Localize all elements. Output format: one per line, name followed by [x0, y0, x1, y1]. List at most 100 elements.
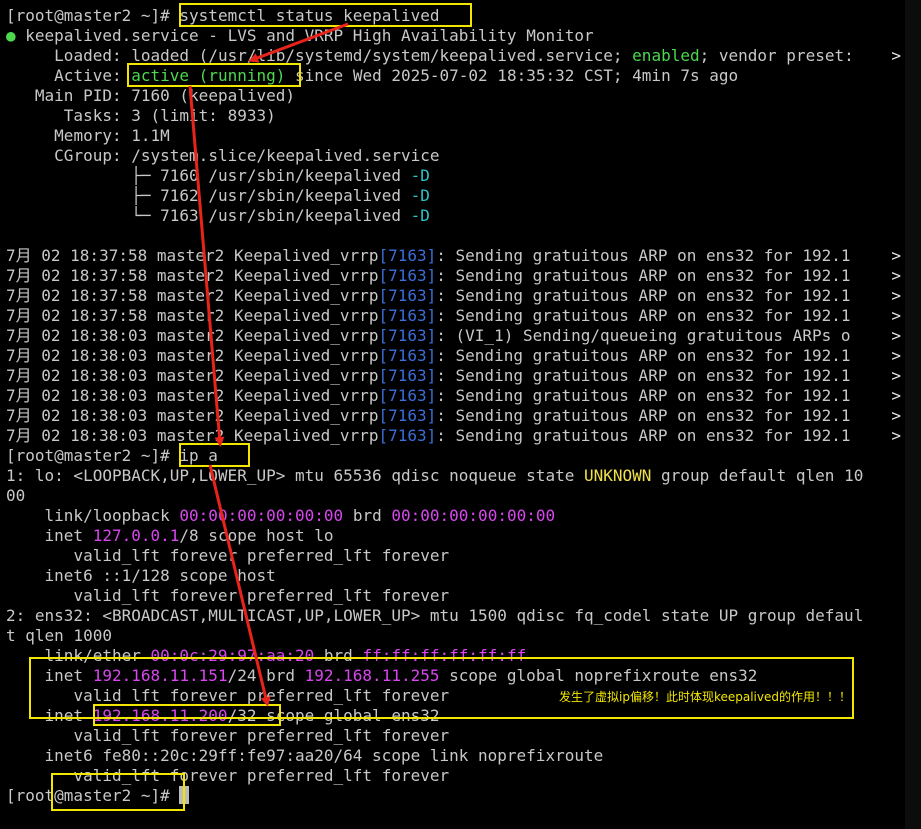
- log-line: 7月 02 18:38:03 master2 Keepalived_vrrp[7…: [6, 366, 901, 386]
- log-message: : Sending gratuitous ARP on ens32 for 19…: [436, 406, 851, 425]
- log-pid-value: 7163: [388, 326, 427, 345]
- process-pid: 7163: [160, 206, 199, 225]
- memory-label: Memory:: [54, 126, 122, 145]
- status-dot-icon: ●: [6, 26, 16, 45]
- process-path: /usr/sbin/keepalived: [208, 166, 401, 185]
- loaded-label: Loaded:: [54, 46, 122, 65]
- ens32-ip-brd: 192.168.11.255: [304, 666, 440, 685]
- continuation-marker: >: [891, 286, 901, 305]
- log-pid-value: 7163: [388, 366, 427, 385]
- log-proc: Keepalived_vrrp: [233, 366, 379, 385]
- prompt-line-1: [root@master2 ~]# systemctl status keepa…: [6, 6, 901, 26]
- lo-state: UNKNOWN: [583, 466, 652, 485]
- ens32-inet6: inet6 fe80::20c:29ff:fe97:aa20/64 scope …: [44, 746, 604, 765]
- ens32-mac: 00:0c:29:97:aa:20: [150, 646, 315, 665]
- log-proc: Keepalived_vrrp: [233, 246, 379, 265]
- virtual-ip: 192.168.11.200: [92, 706, 228, 725]
- tree-branch: └─: [131, 206, 151, 225]
- log-host: master2: [156, 246, 225, 265]
- virtual-ip-rest: /32 scope global ens32: [227, 706, 440, 725]
- active-line: Active: active (running) since Wed 2025-…: [6, 66, 901, 86]
- lo-inet-ip: 127.0.0.1: [92, 526, 180, 545]
- cgroup-line: CGroup: /system.slice/keepalived.service: [6, 146, 901, 166]
- text-cursor[interactable]: [179, 786, 190, 804]
- lft-text: valid_lft forever preferred_lft forever: [73, 726, 450, 745]
- log-message: : Sending gratuitous ARP on ens32 for 19…: [436, 386, 851, 405]
- log-pid-value: 7163: [388, 246, 427, 265]
- log-date: 7月 02 18:37:58: [6, 266, 148, 285]
- service-title-line: ● keepalived.service - LVS and VRRP High…: [6, 26, 901, 46]
- continuation-marker: >: [891, 246, 901, 265]
- lo-inet6: inet6 ::1/128 scope host: [44, 566, 276, 585]
- continuation-marker: >: [891, 326, 901, 345]
- process-flag: -D: [410, 206, 430, 225]
- log-host: master2: [156, 366, 225, 385]
- log-proc: Keepalived_vrrp: [233, 286, 379, 305]
- log-proc: Keepalived_vrrp: [233, 346, 379, 365]
- main-pid-line: Main PID: 7160 (keepalived): [6, 86, 901, 106]
- tree-branch: ├─: [131, 186, 151, 205]
- ens32-header-line: 2: ens32: <BROADCAST,MULTICAST,UP,LOWER_…: [6, 606, 864, 625]
- log-pid: [7163]: [378, 386, 437, 405]
- process-path: /usr/sbin/keepalived: [208, 186, 401, 205]
- lo-link-label: link/loopback: [44, 506, 170, 525]
- log-message: : (VI_1) Sending/queueing gratuitous ARP…: [436, 326, 851, 345]
- log-line: 7月 02 18:37:58 master2 Keepalived_vrrp[7…: [6, 286, 901, 306]
- lo-header-rest: group default qlen 10: [651, 466, 864, 485]
- lo-inet-label: inet: [44, 526, 84, 545]
- log-pid: [7163]: [378, 346, 437, 365]
- lft-line: valid_lft forever preferred_lft forever: [6, 766, 901, 786]
- enabled-state: enabled: [632, 46, 700, 65]
- log-line: 7月 02 18:38:03 master2 Keepalived_vrrp[7…: [6, 346, 901, 366]
- log-line: 7月 02 18:38:03 master2 Keepalived_vrrp[7…: [6, 406, 901, 426]
- log-pid: [7163]: [378, 266, 437, 285]
- log-pid-value: 7163: [388, 386, 427, 405]
- log-proc: Keepalived_vrrp: [233, 306, 379, 325]
- log-host: master2: [156, 386, 225, 405]
- lft-line: valid_lft forever preferred_lft forever: [6, 586, 901, 606]
- lo-inet-rest: /8 scope host lo: [179, 526, 334, 545]
- log-host: master2: [156, 326, 225, 345]
- loaded-text: loaded (/usr/lib/systemd/system/keepaliv…: [131, 46, 623, 65]
- main-pid-label: Main PID:: [34, 86, 122, 105]
- ens32-inet-label: inet: [44, 666, 84, 685]
- tasks-value: 3 (limit: 8933): [131, 106, 276, 125]
- log-proc: Keepalived_vrrp: [233, 266, 379, 285]
- continuation-marker: >: [891, 306, 901, 325]
- log-line: 7月 02 18:38:03 master2 Keepalived_vrrp[7…: [6, 326, 901, 346]
- log-date: 7月 02 18:38:03: [6, 346, 148, 365]
- log-host: master2: [156, 266, 225, 285]
- main-pid-value: 7160 (keepalived): [131, 86, 296, 105]
- ens32-inet6-line: inet6 fe80::20c:29ff:fe97:aa20/64 scope …: [6, 746, 901, 766]
- log-line: 7月 02 18:37:58 master2 Keepalived_vrrp[7…: [6, 306, 901, 326]
- prompt: [root@master2 ~]#: [6, 786, 170, 805]
- lo-inet-line: inet 127.0.0.1/8 scope host lo: [6, 526, 901, 546]
- log-pid-value: 7163: [388, 306, 427, 325]
- lo-brd-label: brd: [352, 506, 382, 525]
- command-ip-a: ip a: [179, 446, 218, 465]
- log-message: : Sending gratuitous ARP on ens32 for 19…: [436, 366, 851, 385]
- log-proc: Keepalived_vrrp: [233, 406, 379, 425]
- continuation-marker: >: [891, 366, 901, 385]
- annotation-note: 发生了虚拟ip偏移！此时体现keepalived的作用！！！: [559, 690, 851, 704]
- continuation-marker: >: [891, 386, 901, 405]
- log-pid: [7163]: [378, 306, 437, 325]
- prompt-line-3: [root@master2 ~]#: [6, 786, 901, 806]
- vendor-preset: ; vendor preset:: [699, 46, 854, 65]
- log-message: : Sending gratuitous ARP on ens32 for 19…: [436, 426, 851, 445]
- loaded-line: Loaded: loaded (/usr/lib/systemd/system/…: [6, 46, 901, 66]
- lo-header: 1: lo: <LOOPBACK,UP,LOWER_UP> mtu 65536 …: [6, 466, 584, 485]
- lo-mac: 00:00:00:00:00:00: [179, 506, 344, 525]
- lft-text: valid_lft forever preferred_lft forever: [73, 766, 450, 785]
- continuation-marker: >: [891, 346, 901, 365]
- log-host: master2: [156, 406, 225, 425]
- process-row: ├─ 7162 /usr/sbin/keepalived -D: [6, 186, 901, 206]
- log-host: master2: [156, 346, 225, 365]
- log-date: 7月 02 18:37:58: [6, 286, 148, 305]
- log-pid-value: 7163: [388, 426, 427, 445]
- process-pid: 7162: [160, 186, 199, 205]
- scrollbar[interactable]: [905, 0, 921, 829]
- tasks-label: Tasks:: [63, 106, 122, 125]
- prompt: [root@master2 ~]#: [6, 446, 170, 465]
